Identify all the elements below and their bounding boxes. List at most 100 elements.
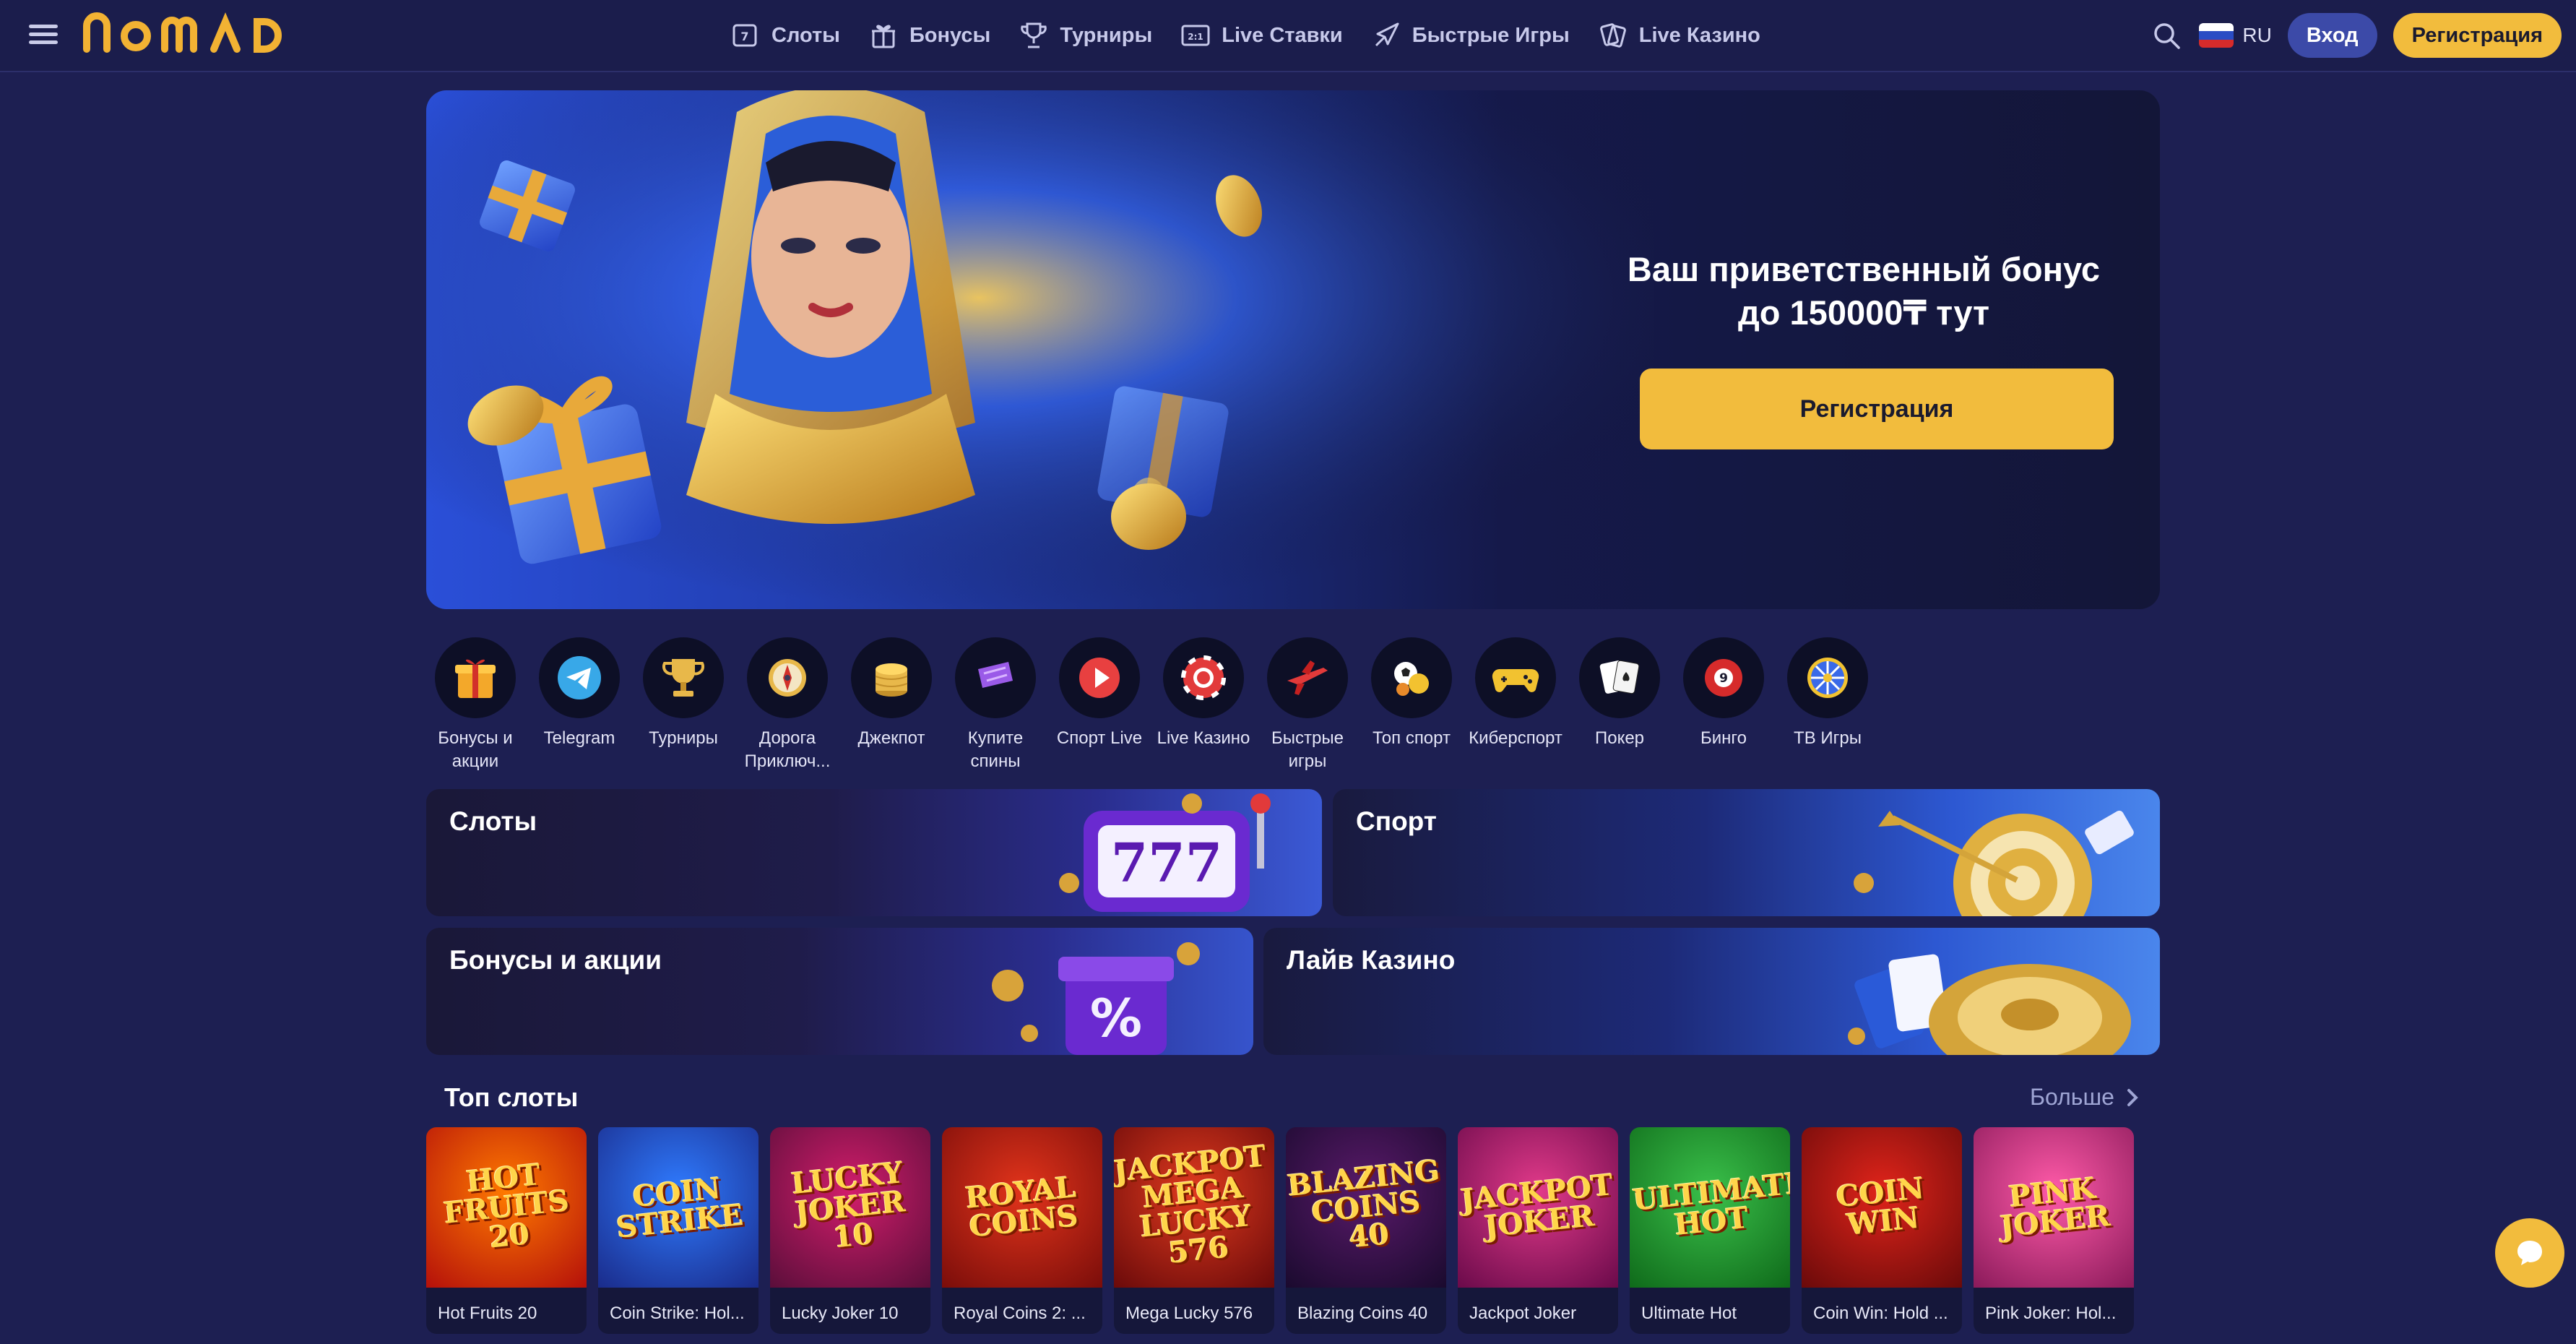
category-poker[interactable]: Покер [1568,637,1672,773]
game-card[interactable]: JACKPOT MEGA LUCKY 576 Mega Lucky 576 [1114,1127,1274,1334]
tile-sport[interactable]: Спорт [1333,789,2160,916]
game-name: Hot Fruits 20 [438,1304,537,1323]
ticket-icon [978,662,1013,688]
top-slots-title: Топ слоты [444,1082,579,1112]
category-adventure-road[interactable]: Дорога Приключ... [735,637,839,773]
category-label: Спорт Live [1056,728,1143,748]
category-tv-games[interactable]: ТВ Игры [1776,637,1880,773]
game-name: Ultimate Hot [1641,1304,1737,1323]
coins-stack-icon [875,663,908,697]
hero-banner[interactable]: Ваш приветственный бонус до 150000₸ тут … [426,90,2160,609]
chevron-right-icon [2127,1088,2138,1106]
gift-box-icon [455,659,496,698]
cards-icon [1599,23,1626,48]
category-label: Бонусы и акции [438,728,513,771]
category-bar: Бонусы и акции Telegram Турниры Дорога П… [423,637,1880,773]
target-dart-icon [1854,810,2134,916]
game-thumbnail: PINK JOKER [1974,1127,2134,1288]
category-buy-spins[interactable]: Купите спины [943,637,1047,773]
category-label: Telegram [543,728,615,748]
category-fast-games[interactable]: Быстрые игры [1255,637,1360,773]
sport-balls-icon [1394,662,1429,696]
category-label: Киберспорт [1469,728,1563,748]
svg-text:777: 777 [1111,832,1222,895]
category-label: Быстрые игры [1271,728,1344,771]
game-logo-text: JACKPOT MEGA LUCKY 576 [1114,1139,1268,1270]
tile-sport-title: Спорт [1356,806,1437,836]
nav-slots[interactable]: 7 Слоты [730,20,840,51]
language-selector[interactable]: RU [2199,23,2272,48]
category-label: Турниры [649,728,718,748]
category-label: Бинго [1700,728,1747,748]
game-name: Coin Win: Hold ... [1813,1304,1948,1323]
menu-icon[interactable] [29,20,58,49]
game-name: Jackpot Joker [1469,1304,1577,1323]
game-card[interactable]: COIN WIN Coin Win: Hold ... [1802,1127,1962,1334]
hero-headline: Ваш приветственный бонус до 150000₸ тут [1618,248,2109,335]
russia-flag-icon [2199,23,2234,48]
game-card[interactable]: BLAZING COINS 40 Blazing Coins 40 [1286,1127,1446,1334]
tile-live-casino[interactable]: Лайв Казино [1263,928,2160,1055]
category-live-casino[interactable]: Live Казино [1151,637,1255,773]
nav-live-bets-label: Live Ставки [1222,23,1343,47]
category-esports[interactable]: Киберспорт [1464,637,1568,773]
nav-live-bets[interactable]: 2:1 Live Ставки [1180,20,1343,51]
language-code: RU [2242,24,2272,46]
nav-tournaments[interactable]: Турниры [1018,20,1152,51]
category-bonuses[interactable]: Бонусы и акции [423,637,527,773]
nav-bonuses[interactable]: Бонусы [868,20,990,51]
live-bets-icon: 2:1 [1181,25,1210,46]
category-top-sport[interactable]: Топ спорт [1360,637,1464,773]
register-button[interactable]: Регистрация [2393,13,2562,58]
tile-slots-title: Слоты [449,806,537,836]
support-chat-button[interactable] [2495,1218,2564,1288]
svg-text:2:1: 2:1 [1188,32,1203,42]
category-tournaments[interactable]: Турниры [631,637,735,773]
hero-register-button[interactable]: Регистрация [1640,369,2114,449]
tile-slots[interactable]: Слоты 777 [426,789,1322,916]
wheel-icon [1807,658,1848,698]
slot-icon: 7 [732,24,757,47]
compass-icon [769,659,806,697]
bingo-ball-icon: 9 [1705,659,1742,697]
game-card[interactable]: PINK JOKER Pink Joker: Hol... [1974,1127,2134,1334]
top-header: 7 Слоты Бонусы Турниры 2:1 Live Ставки Б… [0,0,2576,72]
category-sport-live[interactable]: Спорт Live [1047,637,1151,773]
main-nav: 7 Слоты Бонусы Турниры 2:1 Live Ставки Б… [730,0,1760,71]
casino-chip-icon [1181,655,1226,700]
game-card[interactable]: HOT FRUITS 20 Hot Fruits 20 [426,1127,587,1334]
game-thumbnail: ULTIMATE HOT [1630,1127,1790,1288]
nav-fast-games[interactable]: Быстрые Игры [1370,20,1570,51]
tile-bonuses[interactable]: Бонусы и акции % [426,928,1253,1055]
trophy-icon [1021,22,1047,48]
top-slots-more-link[interactable]: Больше [2030,1084,2140,1111]
game-card[interactable]: LUCKY JOKER 10 Lucky Joker 10 [770,1127,930,1334]
category-bingo[interactable]: 9 Бинго [1672,637,1776,773]
rocket-icon [1375,22,1399,47]
hero-headline-line1: Ваш приветственный бонус [1627,250,2101,288]
game-card[interactable]: ULTIMATE HOT Ultimate Hot [1630,1127,1790,1334]
game-card[interactable]: COIN STRIKE Coin Strike: Hol... [598,1127,758,1334]
game-thumbnail: HOT FRUITS 20 [426,1127,587,1288]
game-thumbnail: BLAZING COINS 40 [1286,1127,1446,1288]
site-logo[interactable] [81,12,298,55]
category-label: Покер [1594,728,1645,748]
more-label: Больше [2030,1084,2114,1110]
game-logo-text: ULTIMATE HOT [1630,1165,1790,1243]
nav-live-casino-label: Live Казино [1638,23,1760,47]
hero-headline-line2: до 150000₸ тут [1737,293,1990,332]
search-icon[interactable] [2150,19,2183,52]
category-telegram[interactable]: Telegram [527,637,631,773]
svg-text:9: 9 [1719,671,1728,686]
category-jackpot[interactable]: Джекпот [839,637,943,773]
nav-live-casino[interactable]: Live Казино [1597,20,1760,51]
game-logo-text: HOT FRUITS 20 [442,1157,571,1255]
tile-bonuses-title: Бонусы и акции [449,945,662,975]
game-card[interactable]: ROYAL COINS Royal Coins 2: ... [942,1127,1102,1334]
game-logo-text: JACKPOT JOKER [1458,1168,1615,1244]
category-label: Live Казино [1157,728,1250,748]
svg-text:%: % [1090,988,1142,1048]
game-logo-text: ROYAL COINS [964,1170,1080,1244]
login-button[interactable]: Вход [2287,13,2377,58]
game-card[interactable]: JACKPOT JOKER Jackpot Joker [1458,1127,1618,1334]
